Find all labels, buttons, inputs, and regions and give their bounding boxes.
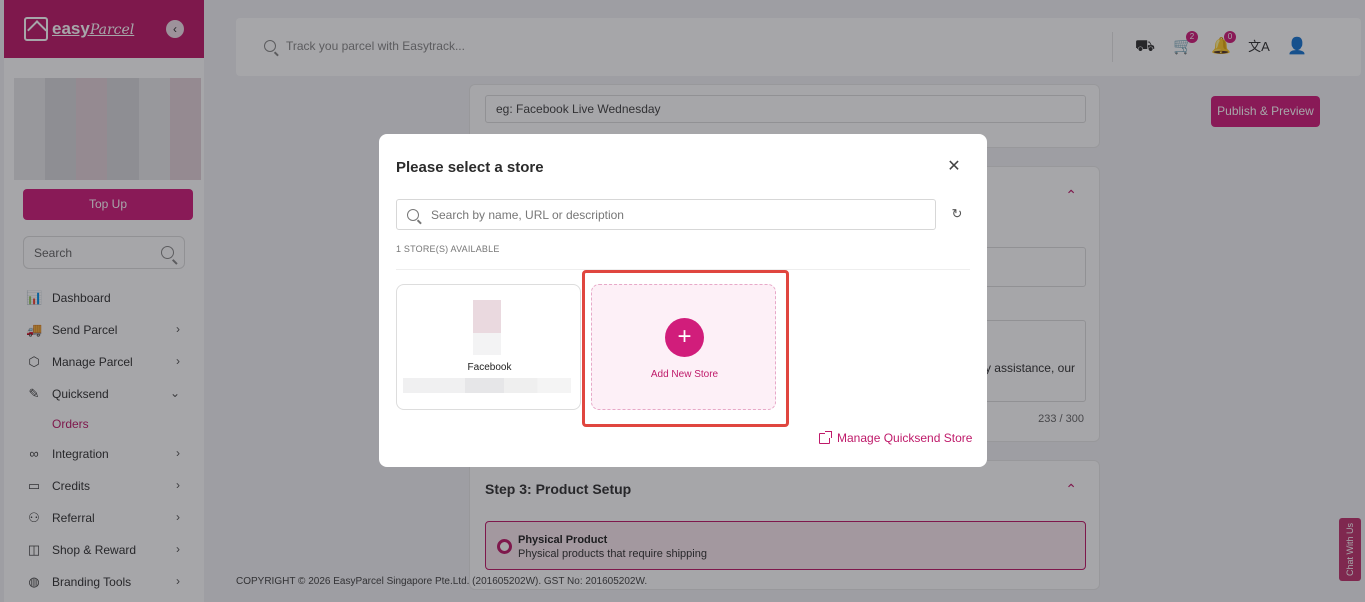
highlight-box xyxy=(582,270,789,427)
store-thumbnail xyxy=(473,300,501,355)
store-name: Facebook xyxy=(467,362,512,373)
manage-quicksend-store-link[interactable]: Manage Quicksend Store xyxy=(819,430,973,445)
refresh-icon[interactable]: ↻ xyxy=(950,207,964,221)
store-search-input[interactable] xyxy=(431,207,901,222)
stores-available-count: 1 STORE(S) AVAILABLE xyxy=(396,244,500,254)
store-url-blurred xyxy=(403,378,571,393)
store-search-field[interactable] xyxy=(396,199,936,230)
manage-link-label: Manage Quicksend Store xyxy=(837,431,973,445)
search-icon xyxy=(407,208,419,221)
store-card-facebook[interactable]: Facebook xyxy=(396,284,581,410)
close-icon[interactable]: ✕ xyxy=(945,158,963,176)
external-link-icon xyxy=(819,430,832,444)
modal-title: Please select a store xyxy=(396,159,544,176)
